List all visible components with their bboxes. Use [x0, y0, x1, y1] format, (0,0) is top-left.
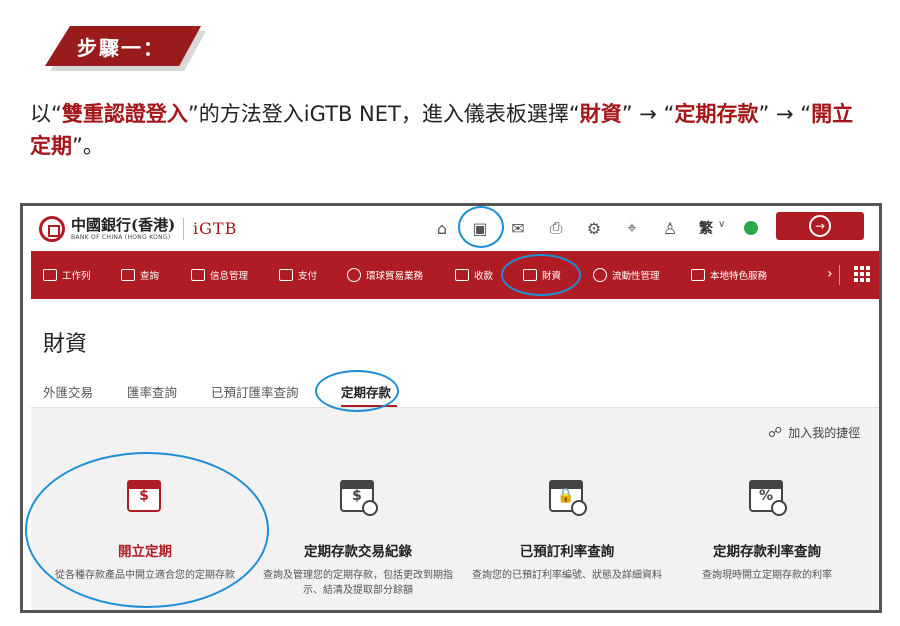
step-label: 步驟一： [77, 36, 165, 60]
user-icon[interactable]: ♙ [659, 217, 681, 239]
login-method: 雙重認證登入 [61, 102, 188, 126]
menu-deposit: 定期存款 [674, 102, 759, 126]
bank-name-en: BANK OF CHINA (HONG KONG) [71, 234, 171, 241]
nav-item-info-mgmt[interactable]: 信息管理 [191, 251, 248, 299]
nav-item-treasury[interactable]: 財資 [523, 251, 561, 299]
page-title: 財資 [43, 332, 88, 357]
nav-item-enquiry[interactable]: 查詢 [121, 251, 159, 299]
card-desc: 從各種存款產品中開立適合您的定期存款 [55, 570, 235, 581]
main-nav: 工作列 查詢 信息管理 支付 環球貿易業務 收款 財資 流動性管理 本地特色服務… [31, 251, 879, 299]
calendar-percent-search-icon: % [749, 476, 787, 516]
nav-item-liquidity[interactable]: 流動性管理 [593, 251, 660, 299]
card-deposit-records[interactable]: $ 定期存款交易紀錄 查詢及管理您的定期存款，包括更改到期指示、結清及提取部分餘… [258, 458, 458, 610]
logo-divider [183, 218, 184, 240]
nav-divider [839, 265, 840, 285]
product-name: iGTB [193, 219, 238, 238]
calendar-dollar-search-icon: $ [340, 476, 378, 516]
payment-icon [279, 269, 293, 281]
card-title: 定期存款交易紀錄 [304, 544, 412, 560]
add-shortcut-link[interactable]: ☍ 加入我的捷徑 [768, 424, 860, 441]
nav-item-local-services[interactable]: 本地特色服務 [691, 251, 767, 299]
card-desc: 查詢您的已預訂利率編號、狀態及詳細資料 [472, 570, 662, 581]
liquidity-icon [593, 268, 607, 282]
instruction-text: 以“雙重認證登入”的方法登入iGTB NET，進入儀表板選擇“財資” → “定期… [30, 102, 854, 158]
card-title: 已預訂利率查詢 [519, 544, 615, 560]
bank-name: 中國銀行(香港) [71, 216, 176, 234]
tab-time-deposit[interactable]: 定期存款 [341, 382, 391, 401]
location-icon[interactable]: ⌖ [621, 217, 643, 239]
chevron-down-icon[interactable]: ∨ [718, 219, 725, 230]
logout-icon: → [809, 215, 831, 237]
language-select[interactable]: 繁 [699, 218, 713, 238]
search-icon [121, 269, 135, 281]
calendar-dollar-icon: $ [127, 476, 163, 514]
globe-icon [347, 268, 361, 282]
folder-icon [191, 269, 205, 281]
settings-icon[interactable]: ⚙ [583, 217, 605, 239]
nav-item-payment[interactable]: 支付 [279, 251, 317, 299]
nav-item-collection[interactable]: 收款 [455, 251, 493, 299]
tab-rate-enquiry[interactable]: 匯率查詢 [127, 382, 177, 401]
bank-icon [691, 269, 705, 281]
dashboard-icon[interactable]: ▣ [469, 217, 491, 239]
print-icon[interactable]: ⎙ [545, 217, 567, 239]
app-grid-icon[interactable] [854, 266, 870, 282]
menu-wealth: 財資 [579, 102, 622, 126]
service-cards: $ 開立定期 從各種存款產品中開立適合您的定期存款 $ 定期存款交易紀錄 查詢及… [45, 458, 867, 610]
tab-fx-trade[interactable]: 外匯交易 [43, 382, 93, 401]
calendar-lock-search-icon: 🔒 [549, 476, 587, 516]
boc-logo-icon [39, 216, 65, 242]
nav-next-button[interactable]: › [827, 266, 833, 282]
treasury-icon [523, 269, 537, 281]
tab-booked-rate[interactable]: 已預訂匯率查詢 [211, 382, 299, 401]
collection-icon [455, 269, 469, 281]
card-desc: 查詢現時開立定期存款的利率 [702, 570, 832, 581]
card-booked-rate[interactable]: 🔒 已預訂利率查詢 查詢您的已預訂利率編號、狀態及詳細資料 [467, 458, 667, 610]
card-title: 開立定期 [118, 544, 172, 560]
card-desc: 查詢及管理您的定期存款，包括更改到期指示、結清及提取部分餘額 [263, 570, 453, 596]
card-open-deposit[interactable]: $ 開立定期 從各種存款產品中開立適合您的定期存款 [45, 458, 245, 610]
status-icon [744, 221, 758, 235]
nav-item-worklist[interactable]: 工作列 [43, 251, 91, 299]
card-title: 定期存款利率查詢 [713, 544, 821, 560]
nav-item-global-trade[interactable]: 環球貿易業務 [347, 251, 423, 299]
mail-icon[interactable]: ✉ [507, 217, 529, 239]
step-banner: 步驟一： [45, 26, 206, 71]
card-deposit-rate[interactable]: % 定期存款利率查詢 查詢現時開立定期存款的利率 [667, 458, 867, 610]
igtb-screenshot: 中國銀行(香港) BANK OF CHINA (HONG KONG) iGTB … [20, 203, 882, 613]
briefcase-icon [43, 269, 57, 281]
top-bar: 中國銀行(香港) BANK OF CHINA (HONG KONG) iGTB … [23, 206, 879, 250]
shortcut-icon: ☍ [768, 424, 783, 441]
home-icon[interactable]: ⌂ [431, 217, 453, 239]
logout-button[interactable]: → [776, 212, 864, 240]
